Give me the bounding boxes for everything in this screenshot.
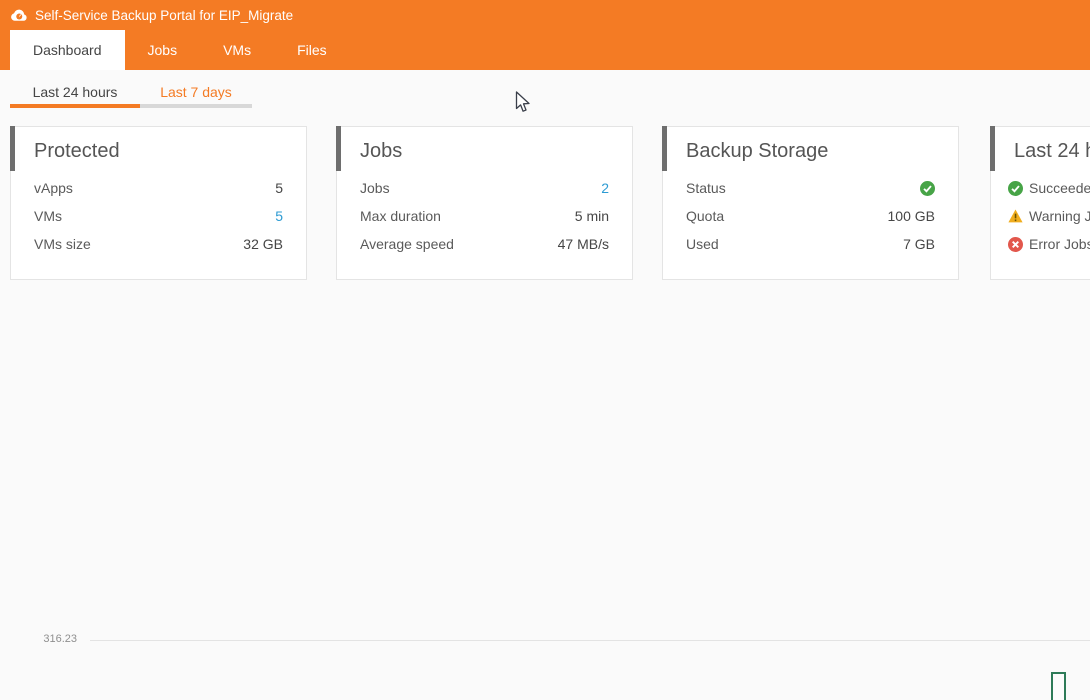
stat-row-vms-size: VMs size 32 GB	[11, 230, 306, 258]
tab-dashboard[interactable]: Dashboard	[10, 30, 125, 70]
tab-jobs[interactable]: Jobs	[125, 30, 201, 70]
stat-row-average-speed: Average speed 47 MB/s	[337, 230, 632, 258]
subtab-last-7-days[interactable]: Last 7 days	[140, 80, 252, 108]
tab-vms[interactable]: VMs	[200, 30, 274, 70]
card-last-24-hours: Last 24 hours Succeeded Jobs Warning Job…	[990, 126, 1090, 280]
stat-row-used: Used 7 GB	[663, 230, 958, 258]
throughput-chart: Throughput (MB/s) 316.23 100.00 31.62 10…	[0, 300, 1090, 700]
cloud-gauge-icon	[10, 9, 28, 22]
tab-files[interactable]: Files	[274, 30, 350, 70]
card-title: Last 24 hours	[991, 139, 1090, 163]
card-backup-storage: Backup Storage Status Quota 100 GB Used …	[662, 126, 959, 280]
card-title: Jobs	[337, 139, 632, 163]
stat-row-status: Status	[663, 174, 958, 202]
page-title: Self-Service Backup Portal for EIP_Migra…	[35, 8, 293, 23]
stat-row-quota: Quota 100 GB	[663, 202, 958, 230]
stat-row-jobs: Jobs 2	[337, 174, 632, 202]
card-accent-bar	[10, 126, 15, 171]
subtab-last-24-hours[interactable]: Last 24 hours	[10, 80, 140, 108]
backup-portal-dashboard: { "window": { "title": "Self-Service Bac…	[0, 0, 1090, 700]
card-title: Protected	[11, 139, 306, 163]
mouse-cursor	[515, 91, 532, 119]
card-jobs: Jobs Jobs 2 Max duration 5 min Average s…	[336, 126, 633, 280]
throughput-bar[interactable]	[1051, 672, 1066, 700]
error-icon	[1008, 237, 1023, 252]
stat-row-error-jobs: Error Jobs	[991, 230, 1090, 258]
card-accent-bar	[662, 126, 667, 171]
stat-row-succeeded-jobs: Succeeded Jobs	[991, 174, 1090, 202]
gridline	[90, 640, 1090, 641]
success-icon	[920, 181, 935, 196]
vms-count-link[interactable]: 5	[275, 208, 283, 224]
success-icon	[1008, 181, 1023, 196]
card-accent-bar	[990, 126, 995, 171]
time-filter-tabs: Last 24 hours Last 7 days	[10, 80, 252, 108]
main-nav: Dashboard Jobs VMs Files	[0, 30, 1090, 70]
stat-row-warning-jobs: Warning Jobs	[991, 202, 1090, 230]
warning-icon	[1008, 209, 1023, 223]
card-protected: Protected vApps 5 VMs 5 VMs size 32 GB	[10, 126, 307, 280]
stat-row-max-duration: Max duration 5 min	[337, 202, 632, 230]
y-tick: 316.23	[32, 633, 77, 645]
stat-row-vapps: vApps 5	[11, 174, 306, 202]
jobs-count-link[interactable]: 2	[601, 180, 609, 196]
card-title: Backup Storage	[663, 139, 958, 163]
card-accent-bar	[336, 126, 341, 171]
titlebar: Self-Service Backup Portal for EIP_Migra…	[0, 0, 1090, 30]
stat-row-vms: VMs 5	[11, 202, 306, 230]
